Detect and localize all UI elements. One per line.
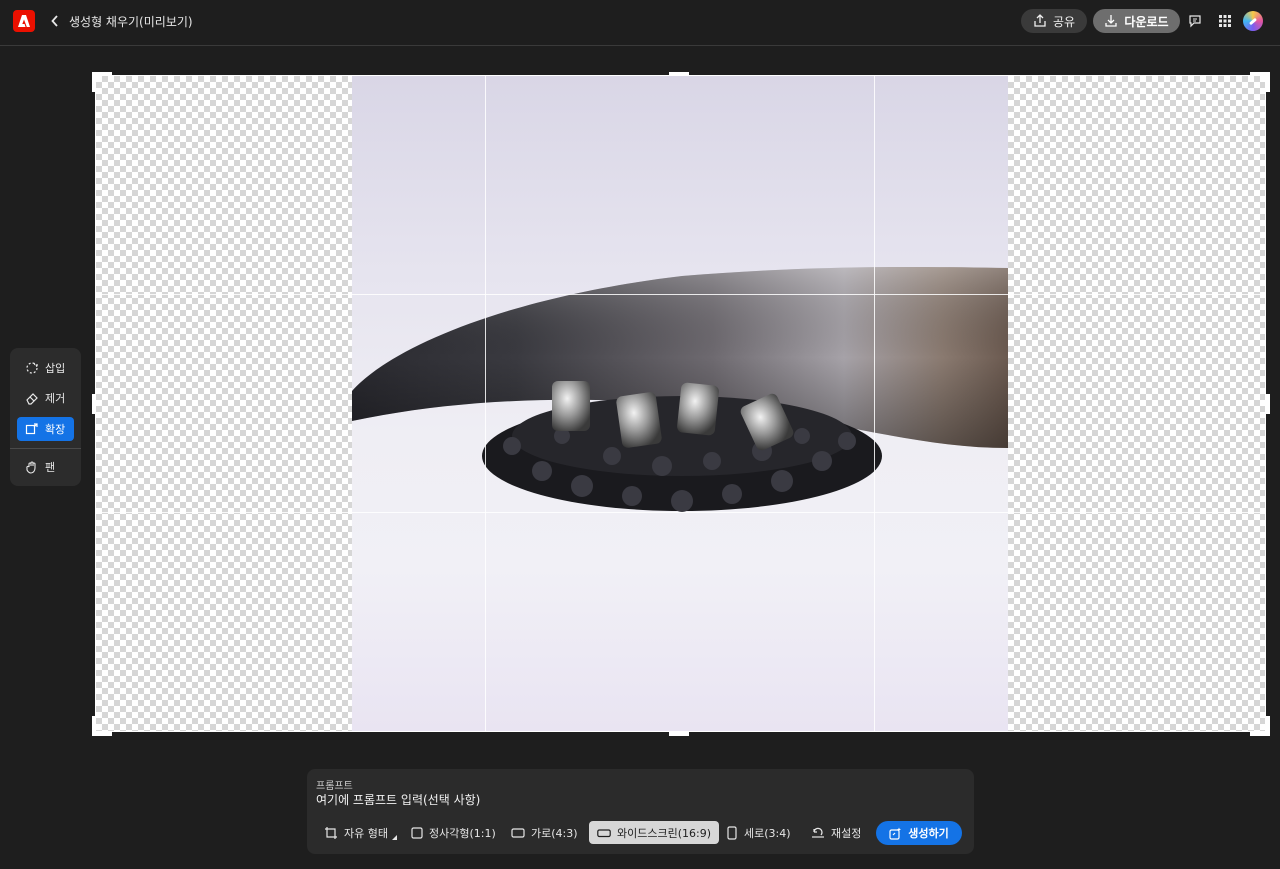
widescreen-icon	[597, 828, 611, 837]
crop-corner-top-left[interactable]	[92, 72, 112, 92]
tool-pan[interactable]: 팬	[17, 455, 74, 479]
adobe-logo-icon[interactable]	[13, 10, 35, 32]
reset-button[interactable]: 재설정	[811, 821, 861, 844]
crop-icon	[325, 826, 337, 839]
portrait-icon	[727, 825, 737, 840]
tool-insert[interactable]: 삽입	[17, 356, 74, 380]
tool-label: 제거	[45, 392, 66, 405]
share-label: 공유	[1052, 14, 1076, 29]
download-button[interactable]: 다운로드	[1093, 9, 1180, 33]
aspect-widescreen-button[interactable]: 와이드스크린(16:9)	[589, 821, 720, 844]
insert-icon	[26, 362, 38, 374]
generate-icon	[889, 827, 902, 840]
apps-grid-icon[interactable]	[1215, 11, 1235, 31]
page-title: 생성형 채우기(미리보기)	[69, 15, 193, 29]
chevron-left-icon[interactable]	[48, 12, 62, 30]
aspect-square-label: 정사각형(1:1)	[429, 826, 496, 840]
aspect-free-label: 자유 형태	[344, 826, 388, 840]
square-icon	[411, 826, 423, 839]
crop-handles[interactable]	[90, 70, 1272, 738]
reset-label: 재설정	[831, 826, 862, 840]
expand-icon	[25, 423, 38, 435]
download-label: 다운로드	[1124, 14, 1169, 29]
tool-label: 팬	[45, 461, 56, 474]
tool-divider	[10, 448, 81, 449]
aspect-landscape-label: 가로(4:3)	[531, 826, 578, 840]
crop-corner-bottom-right[interactable]	[1250, 716, 1270, 736]
tool-expand[interactable]: 확장	[17, 417, 74, 441]
aspect-portrait-label: 세로(3:4)	[744, 826, 791, 840]
download-icon	[1105, 15, 1118, 27]
tool-panel: 삽입 제거 확장 팬	[10, 348, 81, 486]
generate-label: 생성하기	[908, 827, 949, 840]
aspect-free-button[interactable]: 자유 형태	[324, 821, 397, 844]
avatar[interactable]	[1243, 11, 1263, 31]
comment-icon[interactable]	[1185, 11, 1205, 31]
crop-corner-bottom-left[interactable]	[92, 716, 112, 736]
aspect-widescreen-label: 와이드스크린(16:9)	[617, 826, 712, 840]
aspect-square-button[interactable]: 정사각형(1:1)	[411, 821, 496, 844]
tool-label: 삽입	[45, 362, 66, 375]
aspect-landscape-button[interactable]: 가로(4:3)	[511, 821, 578, 844]
share-button[interactable]: 공유	[1021, 9, 1087, 33]
prompt-label: 프롬프트	[316, 781, 353, 792]
dropdown-corner-icon	[391, 835, 397, 840]
prompt-input[interactable]	[316, 791, 916, 809]
tool-label: 확장	[45, 423, 66, 436]
reset-icon	[812, 827, 824, 838]
crop-corner-top-right[interactable]	[1250, 72, 1270, 92]
aspect-portrait-button[interactable]: 세로(3:4)	[726, 821, 791, 844]
landscape-icon	[511, 827, 525, 838]
share-icon	[1034, 14, 1046, 27]
top-bar: 생성형 채우기(미리보기) 공유 다운로드	[0, 0, 1280, 46]
tool-remove[interactable]: 제거	[17, 386, 74, 410]
generate-button[interactable]: 생성하기	[876, 821, 962, 845]
eraser-icon	[26, 393, 38, 405]
hand-icon	[26, 461, 36, 474]
prompt-panel: 프롬프트 자유 형태 정사각형(1:1) 가로(4:3) 와이드스크린(16:9…	[307, 769, 974, 854]
